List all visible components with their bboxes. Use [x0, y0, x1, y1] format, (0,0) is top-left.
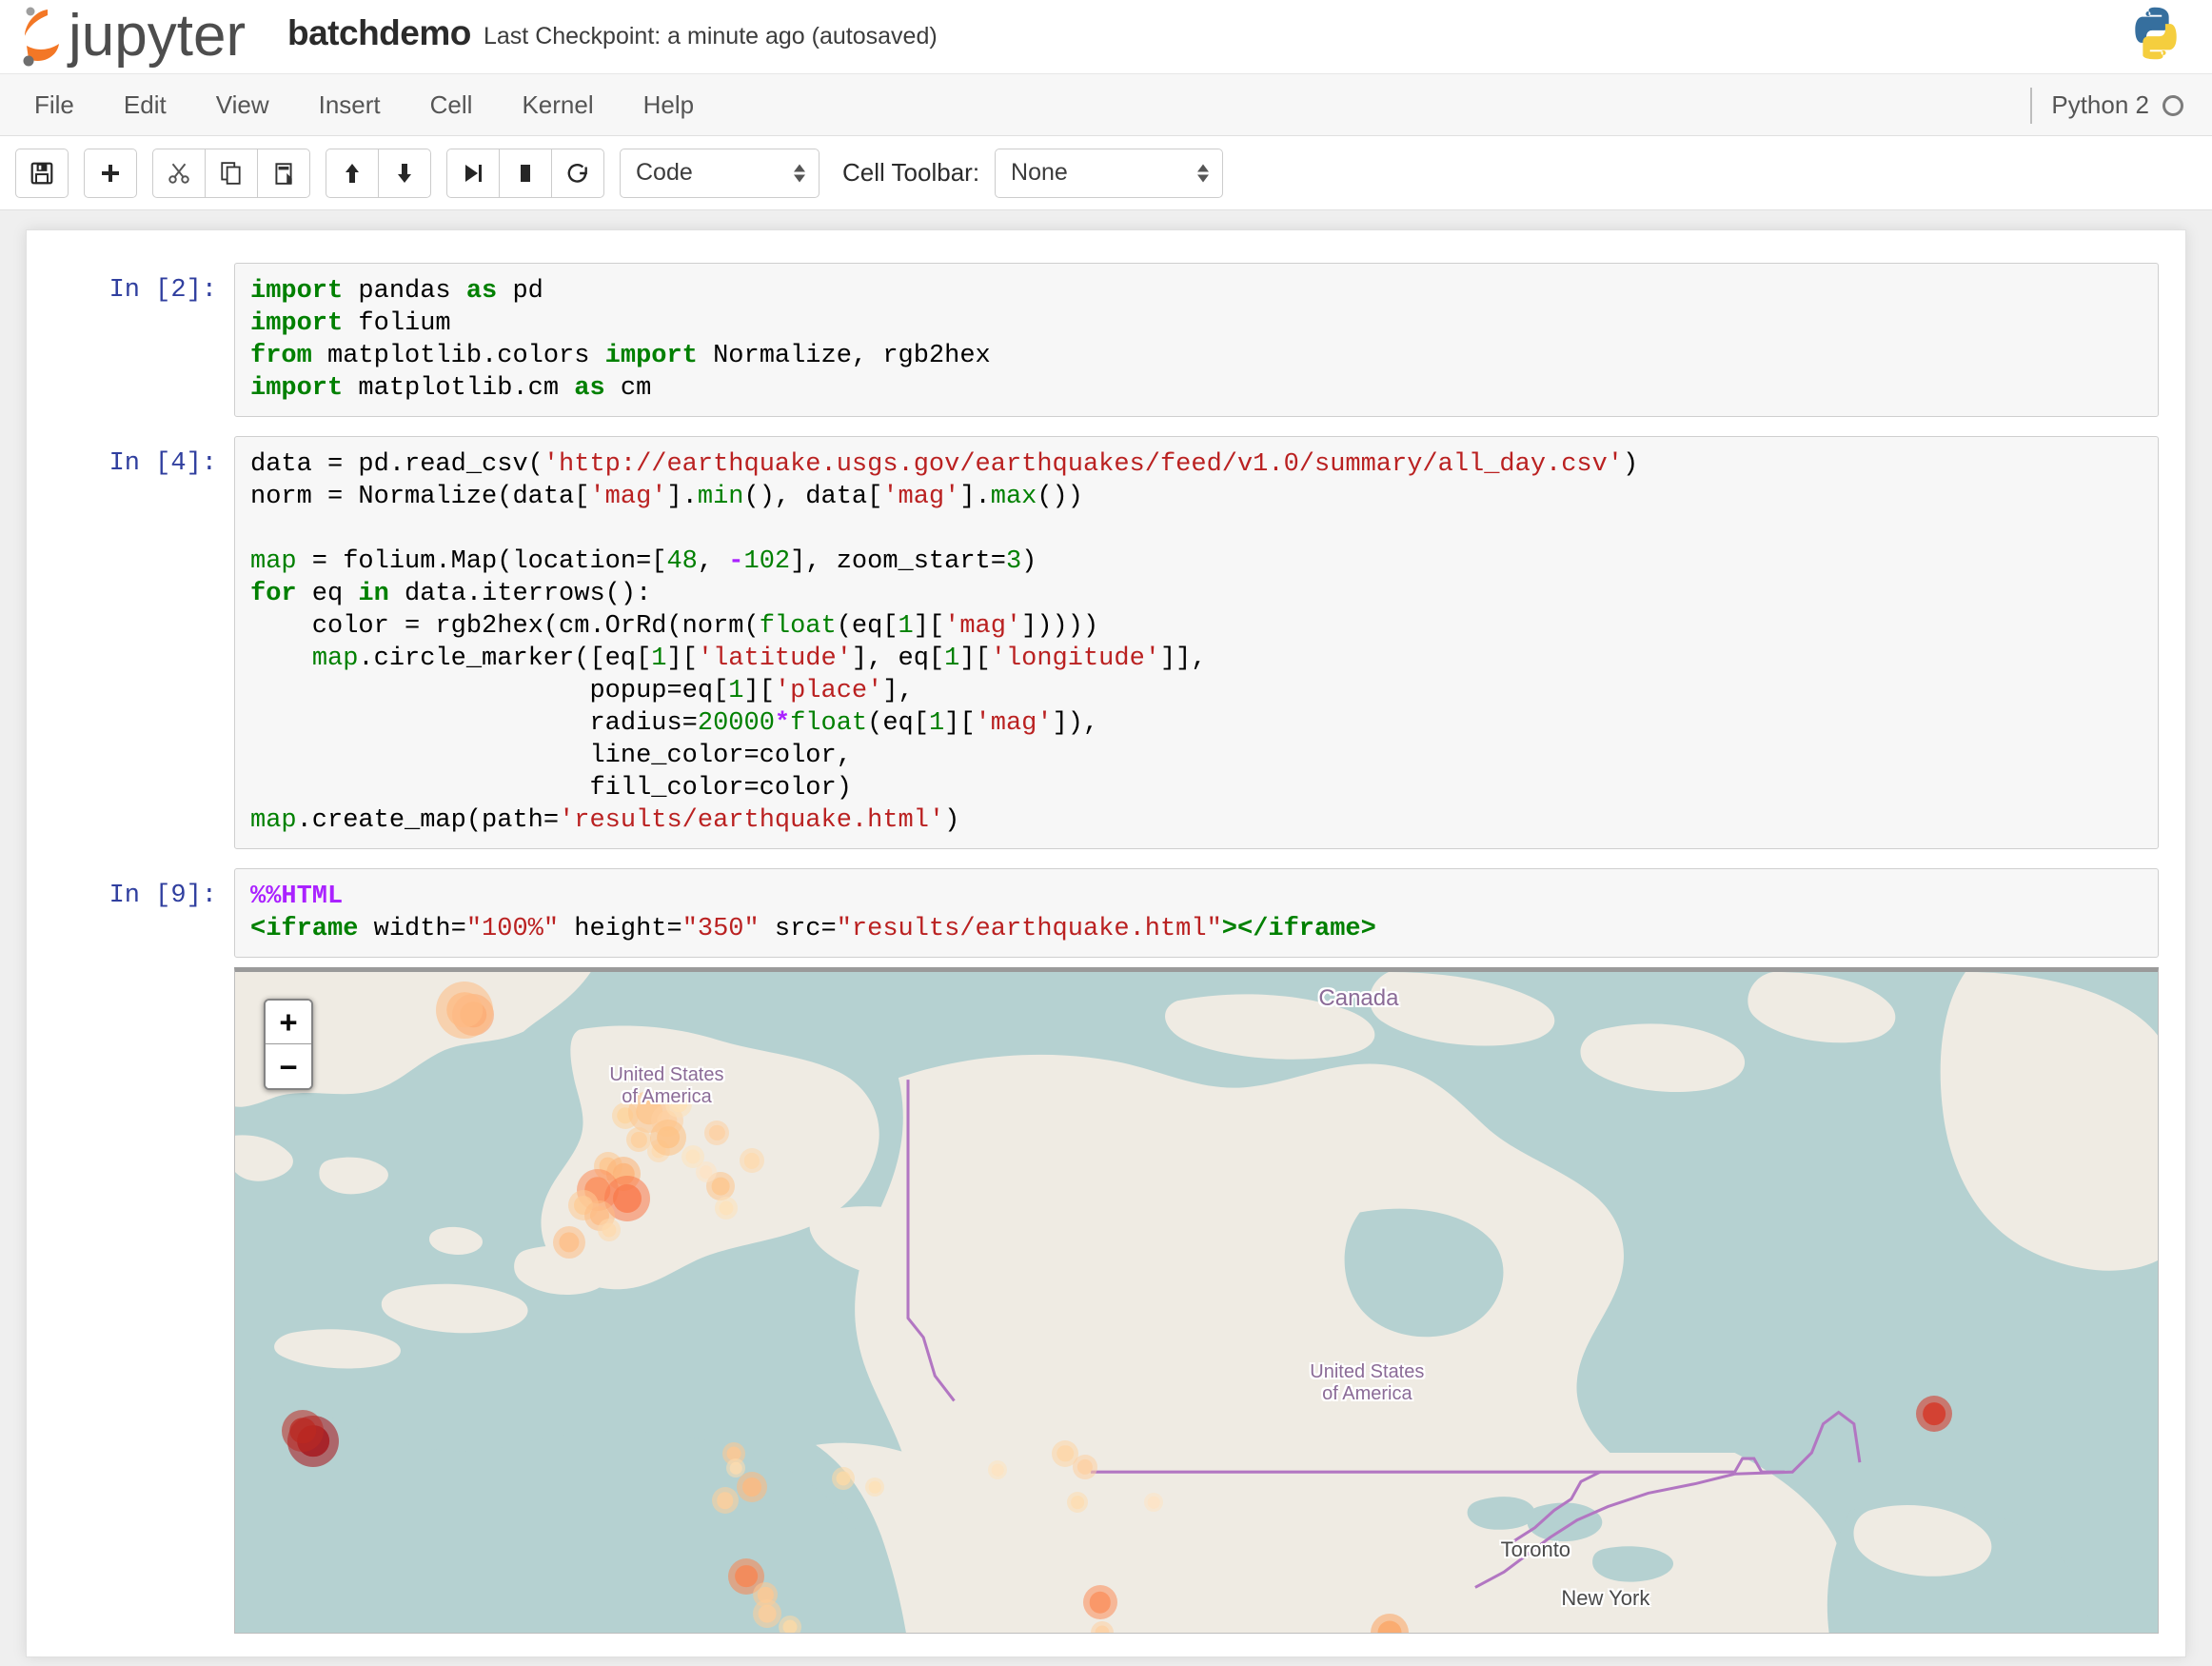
paste-cell-button[interactable] — [257, 148, 310, 198]
zoom-in-button[interactable]: + — [266, 1001, 311, 1044]
cell-source-2[interactable]: data = pd.read_csv('http://earthquake.us… — [250, 448, 2144, 837]
app-header: jupyter batchdemo Last Checkpoint: a min… — [0, 0, 2212, 74]
move-cell-down-button[interactable] — [378, 148, 431, 198]
arrow-up-icon — [346, 163, 359, 183]
cell-toolbar-select[interactable]: None — [995, 148, 1224, 198]
run-cell-button[interactable] — [446, 148, 500, 198]
svg-text:jupyter: jupyter — [67, 3, 246, 69]
menu-item-help[interactable]: Help — [619, 83, 719, 127]
cell-source-1[interactable]: import pandas as pd import folium from m… — [250, 275, 2144, 405]
menu-item-cell[interactable]: Cell — [405, 83, 498, 127]
clipboard-icon — [275, 162, 292, 185]
notebook-title[interactable]: batchdemo — [287, 13, 471, 53]
toolbar-group-move — [326, 148, 431, 198]
move-cell-up-button[interactable] — [326, 148, 379, 198]
menu-item-file[interactable]: File — [10, 83, 99, 127]
checkpoint-status: Last Checkpoint: a minute ago (autosaved… — [484, 23, 938, 50]
kernel-idle-circle-icon[interactable] — [2163, 94, 2183, 116]
menu-bar: File Edit View Insert Cell Kernel Help P… — [0, 74, 2212, 136]
save-button[interactable] — [15, 148, 69, 198]
cell-type-value: Code — [636, 159, 693, 186]
cell-prompt-3: In [9]: — [109, 882, 217, 910]
floppy-disk-icon — [30, 162, 53, 184]
kernel-indicator: Python 2 — [2030, 74, 2183, 136]
jupyter-brand[interactable]: jupyter — [15, 2, 301, 72]
cell-prompt-2: In [4]: — [109, 449, 217, 478]
chevron-updown-icon — [794, 164, 805, 182]
toolbar-group-insert — [84, 148, 137, 198]
jupyter-logo-icon: jupyter — [15, 2, 301, 72]
restart-kernel-button[interactable] — [551, 148, 604, 198]
cut-cell-button[interactable] — [152, 148, 206, 198]
cell-source-3[interactable]: %%HTML <iframe width="100%" height="350"… — [250, 881, 2144, 945]
cell-prompt-1: In [2]: — [109, 276, 217, 305]
menu-item-view[interactable]: View — [191, 83, 294, 127]
menu-item-kernel[interactable]: Kernel — [497, 83, 618, 127]
restart-circle-icon — [567, 163, 587, 183]
cell-output-row: + − Canada United States of America United… — [27, 967, 2185, 1643]
map-zoom-control[interactable]: + − — [264, 999, 313, 1090]
play-step-icon — [465, 164, 482, 182]
cell-type-select[interactable]: Code — [620, 148, 820, 198]
copy-cell-button[interactable] — [205, 148, 258, 198]
map-basemap — [235, 972, 2158, 1633]
cell-editor-3[interactable]: %%HTML <iframe width="100%" height="350"… — [234, 868, 2159, 958]
code-cell-3[interactable]: In [9]: %%HTML <iframe width="100%" heig… — [27, 859, 2185, 967]
plus-icon — [102, 164, 119, 182]
kernel-separator — [2030, 88, 2033, 124]
copy-icon — [221, 161, 241, 185]
notebook-panel: In [2]: import pandas as pd import foliu… — [26, 229, 2186, 1657]
toolbar-group-clipboard — [152, 148, 310, 198]
cell-editor-1[interactable]: import pandas as pd import folium from m… — [234, 263, 2159, 417]
cell-toolbar-value: None — [1011, 159, 1068, 186]
notebook-toolbar: Code Cell Toolbar: None — [0, 136, 2212, 210]
stop-square-icon — [521, 164, 530, 182]
scissors-icon — [168, 163, 189, 184]
python-logo-icon — [2126, 4, 2185, 68]
html-output-area: + − Canada United States of America United… — [234, 967, 2159, 1634]
insert-cell-button[interactable] — [84, 148, 137, 198]
code-cell-2[interactable]: In [4]: data = pd.read_csv('http://earth… — [27, 426, 2185, 859]
folium-map-iframe[interactable]: + − Canada United States of America United… — [234, 967, 2159, 1634]
chevron-updown-icon — [1197, 164, 1210, 182]
menu-item-insert[interactable]: Insert — [294, 83, 405, 127]
cell-editor-2[interactable]: data = pd.read_csv('http://earthquake.us… — [234, 436, 2159, 849]
notebook-scroll-area[interactable]: In [2]: import pandas as pd import foliu… — [0, 210, 2212, 1666]
code-cell-1[interactable]: In [2]: import pandas as pd import foliu… — [27, 253, 2185, 426]
kernel-name: Python 2 — [2051, 90, 2149, 119]
cell-toolbar-label: Cell Toolbar: — [842, 158, 980, 187]
menu-item-edit[interactable]: Edit — [99, 83, 191, 127]
toolbar-group-save — [15, 148, 69, 198]
toolbar-group-run — [446, 148, 604, 198]
zoom-out-button[interactable]: − — [266, 1044, 311, 1088]
interrupt-kernel-button[interactable] — [499, 148, 552, 198]
arrow-down-icon — [398, 163, 411, 183]
